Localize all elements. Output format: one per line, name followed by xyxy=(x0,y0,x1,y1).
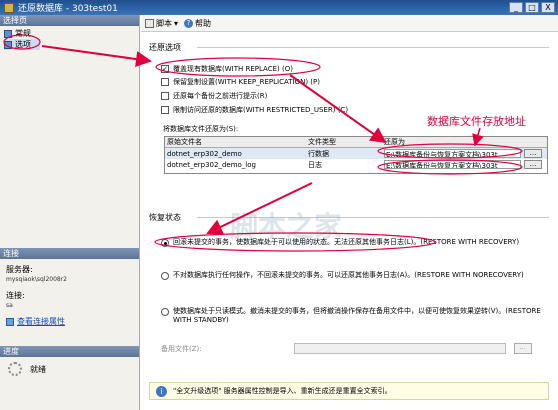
page-list: 常规 选项 xyxy=(0,26,139,66)
radio-label: 回滚未提交的事务，使数据库处于可以使用的状态。无法还原其他事务日志(L)。(RE… xyxy=(173,238,520,246)
conn-value: sa xyxy=(6,302,13,309)
help-label: 帮助 xyxy=(195,18,212,28)
checkbox-box[interactable] xyxy=(161,78,169,86)
browse-button[interactable]: ... xyxy=(524,160,542,169)
page-label: 常规 xyxy=(15,29,31,38)
connection-header: 连接 xyxy=(0,248,139,259)
file-type: 行数据 xyxy=(308,149,329,158)
server-value: mysqiaok\sql2008r2 xyxy=(6,276,67,283)
database-icon xyxy=(4,2,14,13)
help-button[interactable]: ? 帮助 xyxy=(184,18,211,29)
table-row[interactable]: dotnet_erp302_demo 行数据 E:\数据库备份与恢复方案文档\3… xyxy=(165,148,547,159)
main-panel: 脚本 ▾ ? 帮助 还原选项 ✓ 覆盖现有数据库(WITH REPLACE) (… xyxy=(141,15,558,410)
browse-button[interactable]: ... xyxy=(524,149,542,158)
recovery-state-title: 恢复状态 xyxy=(149,213,181,222)
window-titlebar: 还原数据库 - 303test01 _ □ X xyxy=(0,0,558,15)
divider xyxy=(197,47,549,48)
checkbox-label: 限制访问还原的数据库(WITH RESTRICTED_USER) (C) xyxy=(173,106,349,114)
fulltext-info-bar: i "全文升级选项" 服务器属性控制是导入、重新生成还是重置全文索引。 xyxy=(149,382,549,400)
connection-info: 服务器: mysqiaok\sql2008r2 连接: sa 查看连接属性 xyxy=(6,265,136,327)
page-item-general[interactable]: 常规 xyxy=(4,28,135,39)
select-page-header: 选择页 xyxy=(0,15,139,26)
annotation-label: 数据库文件存放地址 xyxy=(427,115,526,128)
checkbox-box[interactable] xyxy=(161,92,169,100)
chevron-down-icon[interactable]: ▾ xyxy=(174,19,178,28)
script-icon xyxy=(145,18,154,28)
page-icon xyxy=(4,40,12,49)
radio-button[interactable] xyxy=(161,308,169,316)
keep-replication-checkbox[interactable]: 保留复制设置(WITH KEEP_REPLICATION) (P) xyxy=(161,77,320,87)
window-title: 还原数据库 - 303test01 xyxy=(18,4,118,14)
checkbox-label: 还原每个备份之前进行提示(R) xyxy=(173,92,268,100)
script-label: 脚本 xyxy=(156,18,172,28)
table-header: 原始文件名 文件类型 还原为 xyxy=(165,137,547,148)
progress-spinner-icon xyxy=(8,362,22,376)
table-row[interactable]: dotnet_erp302_demo_log 日志 E:\数据库备份与恢复方案文… xyxy=(165,159,547,170)
checkbox-box[interactable]: ✓ xyxy=(161,65,169,73)
window-controls: _ □ X xyxy=(509,2,555,13)
recovery-option-norecovery[interactable]: 不对数据库执行任何操作，不回滚未提交的事务。可以还原其他事务日志(A)。(RES… xyxy=(161,271,549,280)
restore-as-field[interactable]: E:\数据库备份与恢复方案文档\303t xyxy=(384,149,521,158)
page-item-options[interactable]: 选项 xyxy=(4,39,40,50)
progress-header: 进度 xyxy=(0,346,139,357)
toolbar: 脚本 ▾ ? 帮助 xyxy=(141,15,558,32)
restore-options-title: 还原选项 xyxy=(149,43,181,52)
conn-label: 连接: xyxy=(6,291,25,300)
standby-file-label: 备用文件(Z): xyxy=(161,344,202,353)
help-icon: ? xyxy=(184,18,194,28)
properties-icon xyxy=(6,318,14,326)
page-icon xyxy=(4,29,12,38)
prompt-before-restore-checkbox[interactable]: 还原每个备份之前进行提示(R) xyxy=(161,91,267,101)
checkbox-label: 覆盖现有数据库(WITH REPLACE) (O) xyxy=(173,65,293,73)
with-replace-checkbox[interactable]: ✓ 覆盖现有数据库(WITH REPLACE) (O) xyxy=(161,64,293,74)
standby-browse-button[interactable]: ... xyxy=(513,343,532,354)
checkbox-box[interactable] xyxy=(161,106,169,114)
column-header: 还原为 xyxy=(384,138,405,146)
info-icon: i xyxy=(156,385,167,397)
server-label: 服务器: xyxy=(6,265,33,274)
watermark-url: www.jb51.net xyxy=(254,238,316,248)
maximize-button[interactable]: □ xyxy=(525,2,539,13)
standby-file-row: 备用文件(Z): ... xyxy=(161,343,549,354)
restricted-user-checkbox[interactable]: 限制访问还原的数据库(WITH RESTRICTED_USER) (C) xyxy=(161,105,348,115)
recovery-option-recovery[interactable]: 回滚未提交的事务，使数据库处于可以使用的状态。无法还原其他事务日志(L)。(RE… xyxy=(161,238,549,247)
radio-label: 不对数据库执行任何操作，不回滚未提交的事务。可以还原其他事务日志(A)。(RES… xyxy=(173,271,524,279)
original-file-name: dotnet_erp302_demo_log xyxy=(167,160,256,169)
restore-as-field[interactable]: E:\数据库备份与恢复方案文档\303t xyxy=(384,160,521,169)
radio-button[interactable] xyxy=(161,272,169,280)
progress-area: 就绪 xyxy=(8,362,46,376)
progress-status: 就绪 xyxy=(30,364,46,374)
restore-as-label: 将数据库文件还原为(S): xyxy=(163,125,239,133)
column-header: 文件类型 xyxy=(308,138,336,146)
close-button[interactable]: X xyxy=(541,2,555,13)
column-header: 原始文件名 xyxy=(167,138,202,146)
restore-files-table: 原始文件名 文件类型 还原为 dotnet_erp302_demo 行数据 E:… xyxy=(164,136,548,174)
script-button[interactable]: 脚本 ▾ xyxy=(145,18,178,29)
page-label: 选项 xyxy=(15,40,31,49)
link-label: 查看连接属性 xyxy=(17,317,65,326)
radio-button[interactable] xyxy=(161,239,169,247)
file-type: 日志 xyxy=(308,160,322,169)
info-text: "全文升级选项" 服务器属性控制是导入、重新生成还是重置全文索引。 xyxy=(173,387,392,395)
view-connection-properties-link[interactable]: 查看连接属性 xyxy=(6,317,136,327)
recovery-option-standby[interactable]: 使数据库处于只读模式。撤消未提交的事务，但将撤消操作保存在备用文件中，以便可使恢… xyxy=(161,307,549,325)
original-file-name: dotnet_erp302_demo xyxy=(167,149,242,158)
checkbox-label: 保留复制设置(WITH KEEP_REPLICATION) (P) xyxy=(173,78,320,86)
radio-label: 使数据库处于只读模式。撤消未提交的事务，但将撤消操作保存在备用文件中，以便可使恢… xyxy=(173,307,541,324)
standby-file-input[interactable] xyxy=(293,343,506,354)
minimize-button[interactable]: _ xyxy=(509,2,523,13)
